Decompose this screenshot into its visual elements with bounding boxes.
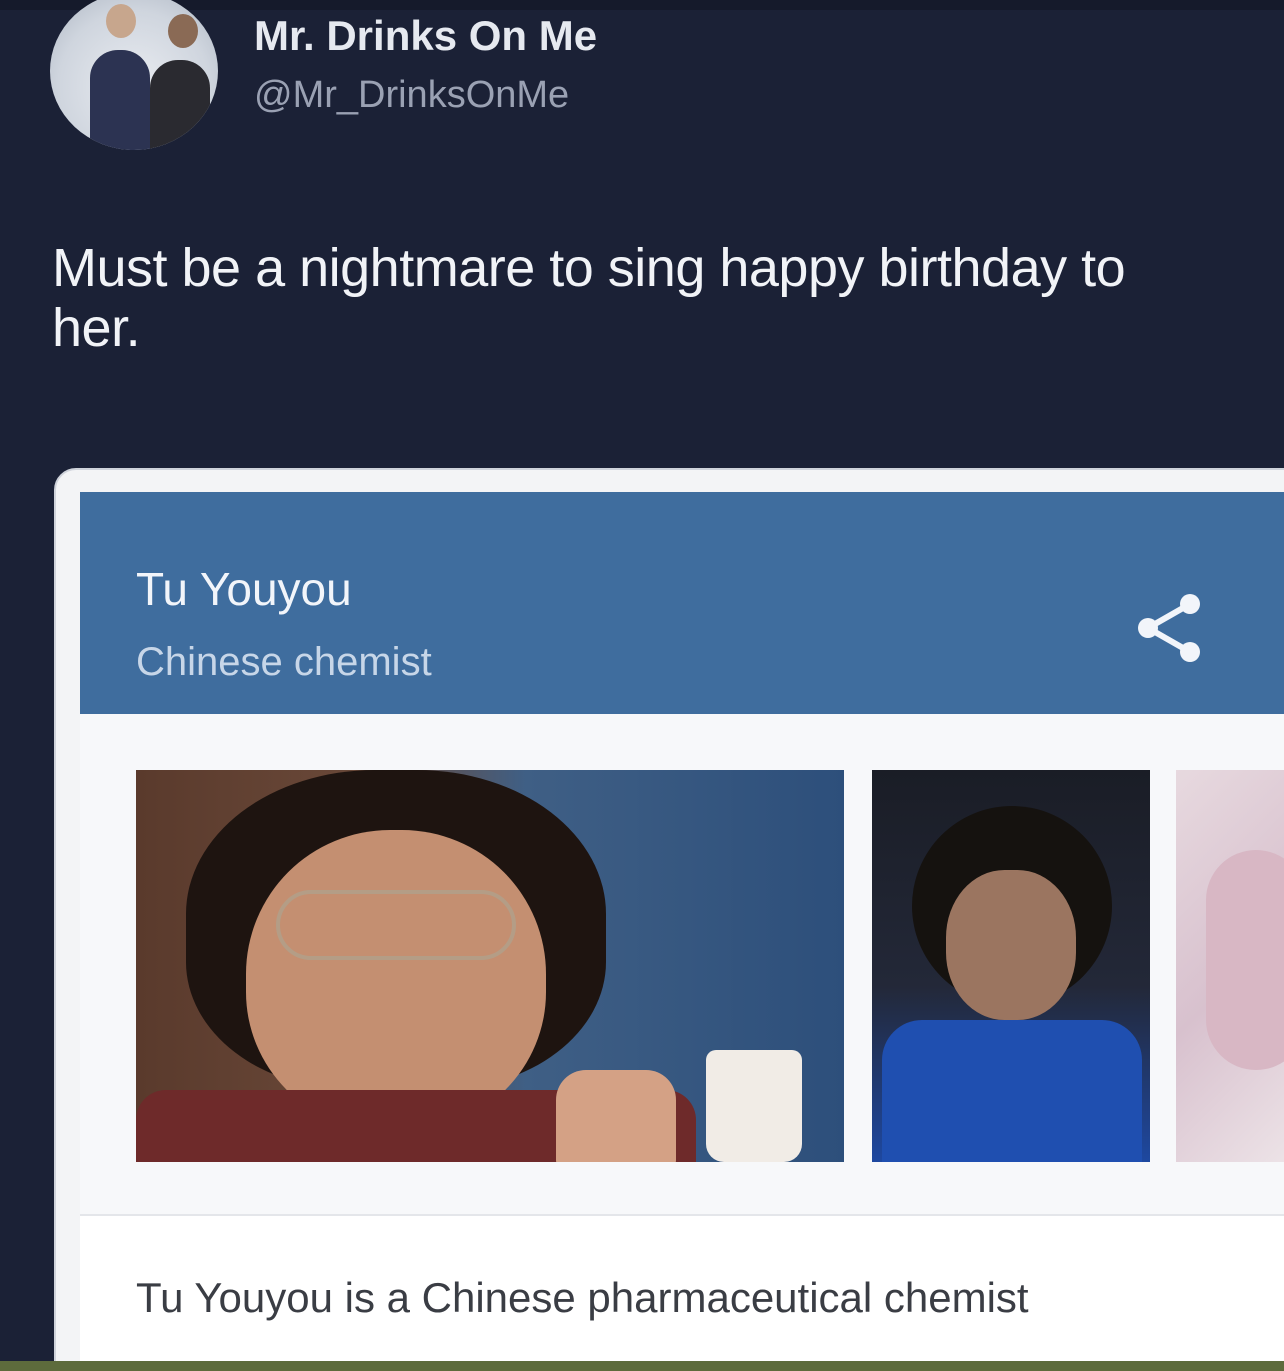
knowledge-panel-header: Tu Youyou Chinese chemist [80, 492, 1284, 714]
knowledge-panel-title: Tu Youyou [136, 563, 352, 615]
display-name[interactable]: Mr. Drinks On Me [254, 12, 597, 60]
knowledge-panel-subtitle: Chinese chemist [136, 640, 432, 684]
avatar-head-right [168, 14, 198, 48]
photo-cup [706, 1050, 802, 1162]
knowledge-panel-description: Tu Youyou is a Chinese pharmaceutical ch… [136, 1274, 1029, 1321]
avatar-head-left [106, 4, 136, 38]
avatar[interactable] [50, 0, 218, 150]
photo-jacket [882, 1020, 1142, 1162]
tweet-text: Must be a nightmare to sing happy birthd… [52, 238, 1126, 359]
photo-partial-third[interactable] [1176, 770, 1284, 1162]
knowledge-panel-description-area: Tu Youyou is a Chinese pharmaceutical ch… [80, 1214, 1284, 1371]
user-handle[interactable]: @Mr_DrinksOnMe [254, 74, 569, 117]
photo-tu-youyou-smiling[interactable] [136, 770, 844, 1162]
photo-glasses [276, 890, 516, 960]
avatar-person-right [150, 60, 210, 150]
knowledge-panel-card[interactable]: Tu Youyou Chinese chemist Tu Youyou is a… [54, 468, 1284, 1371]
bottom-edge [0, 1361, 1284, 1371]
photo-hand [556, 1070, 676, 1162]
knowledge-panel-body: Tu Youyou is a Chinese pharmaceutical ch… [80, 714, 1284, 1371]
share-icon[interactable] [1130, 588, 1210, 668]
photo-tu-youyou-portrait[interactable] [872, 770, 1150, 1162]
top-edge [0, 0, 1284, 10]
avatar-person-left [90, 50, 150, 150]
photo-face [946, 870, 1076, 1020]
photo-face [246, 830, 546, 1130]
photo-hand [1206, 850, 1284, 1070]
